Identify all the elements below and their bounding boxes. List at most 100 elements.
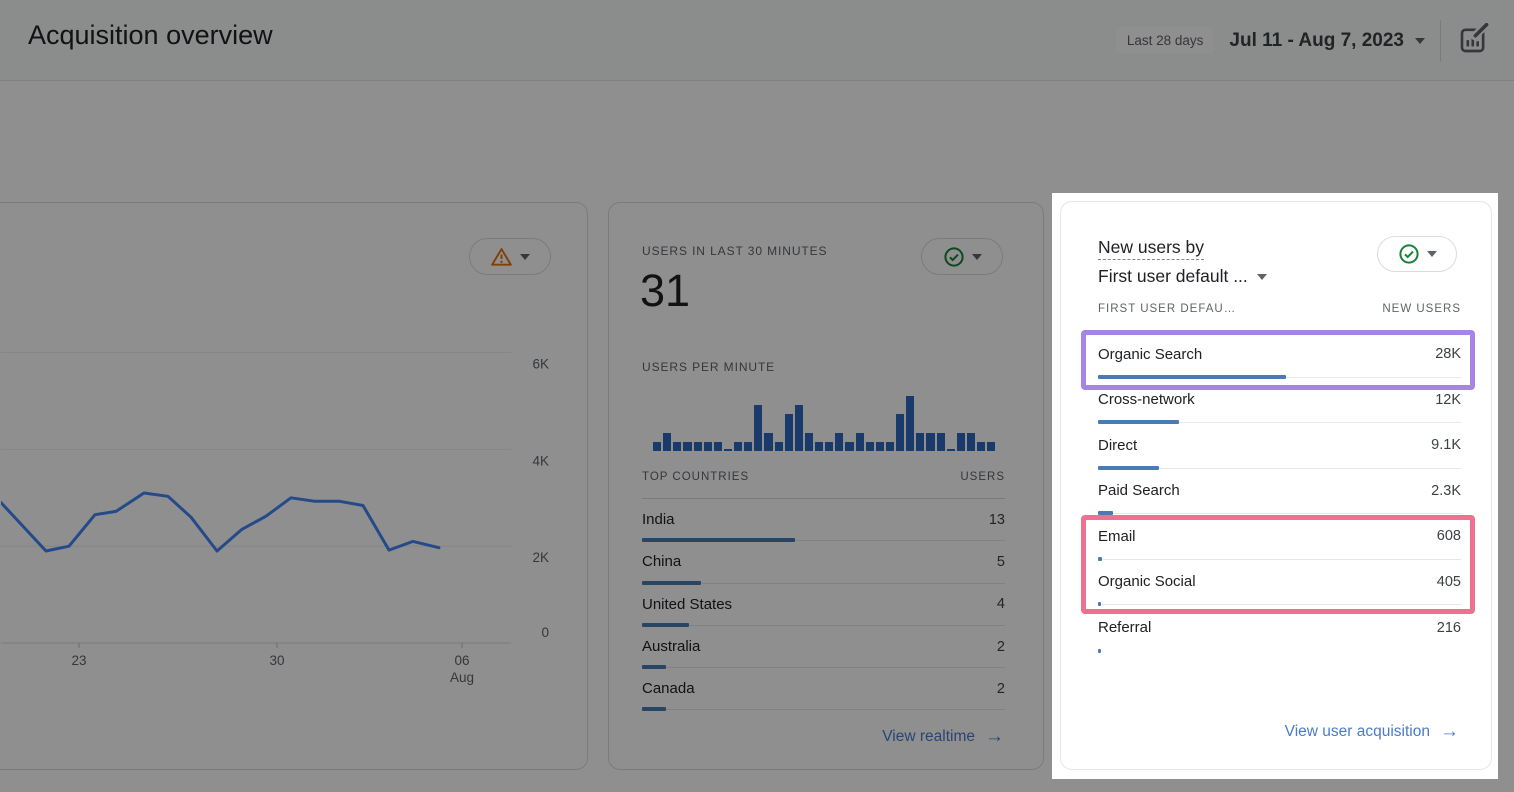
minute-bar: [653, 442, 661, 451]
users-trend-card: 02K4K6K233006Aug: [0, 202, 588, 770]
top-header: Acquisition overview Last 28 days Jul 11…: [0, 0, 1514, 81]
minute-bar: [764, 433, 772, 451]
country-row: United States 4: [642, 584, 1005, 626]
channel-row-label: Direct: [1098, 437, 1137, 454]
minute-bar: [856, 433, 864, 451]
channel-row-label: Paid Search: [1098, 482, 1180, 499]
users-line-chart-svg: 02K4K6K233006Aug: [1, 347, 561, 692]
svg-text:06: 06: [454, 653, 469, 668]
svg-text:23: 23: [71, 653, 86, 668]
date-range-selector[interactable]: Jul 11 - Aug 7, 2023: [1229, 30, 1425, 52]
minute-bar: [866, 442, 874, 451]
chevron-down-icon[interactable]: [1257, 274, 1267, 280]
country-row-label: United States: [642, 596, 732, 613]
ga4-acquisition-overview-page: Acquisition overview Last 28 days Jul 11…: [0, 0, 1514, 792]
channel-row-label: Organic Search: [1098, 346, 1202, 363]
warning-icon: [490, 246, 513, 267]
minute-bar: [683, 442, 691, 451]
chevron-down-icon: [1415, 38, 1425, 44]
data-quality-button-ok[interactable]: [1377, 236, 1457, 272]
channel-row-value: 12K: [1435, 392, 1461, 408]
minute-bar: [967, 433, 975, 451]
customize-report-icon: [1458, 23, 1490, 55]
minute-bar: [673, 442, 681, 451]
channel-row-label: Cross-network: [1098, 391, 1195, 408]
channel-row-label: Organic Social: [1098, 573, 1196, 590]
view-user-acquisition-label: View user acquisition: [1285, 723, 1430, 741]
users-last-30-min-value: 31: [640, 265, 690, 317]
minute-bar: [977, 442, 985, 451]
minute-bar: [896, 414, 904, 451]
new-users-card: New users by First user default ... FIRS…: [1060, 201, 1492, 770]
countries-table-header: TOP COUNTRIES USERS: [642, 471, 1005, 499]
view-realtime-link[interactable]: View realtime →: [882, 726, 1004, 748]
minute-bar: [835, 433, 843, 451]
channel-row: Email608: [1098, 514, 1461, 560]
svg-text:6K: 6K: [532, 357, 549, 372]
minute-bar: [906, 396, 914, 451]
minute-bar: [957, 433, 965, 451]
channel-row-label: Referral: [1098, 619, 1151, 636]
minute-bar: [947, 449, 955, 451]
users-header: USERS: [960, 471, 1005, 498]
channel-row: Paid Search2.3K: [1098, 469, 1461, 515]
users-per-minute-label: USERS PER MINUTE: [642, 360, 775, 374]
minute-bar: [775, 442, 783, 451]
minute-bar: [845, 442, 853, 451]
channel-row: Referral 216: [1098, 605, 1461, 651]
minute-bar: [704, 442, 712, 451]
view-realtime-label: View realtime: [882, 728, 975, 746]
minute-bar: [805, 433, 813, 451]
country-row: Canada 2: [642, 668, 1005, 710]
minute-bar: [876, 442, 884, 451]
country-row-value: 13: [989, 512, 1005, 528]
dimension-selector-label[interactable]: First user default ...: [1098, 262, 1248, 291]
minute-bar: [987, 442, 995, 451]
minute-bar: [926, 433, 934, 451]
channel-row-value: 216: [1437, 620, 1461, 636]
customize-report-button[interactable]: [1456, 21, 1492, 60]
chevron-down-icon: [520, 254, 530, 260]
date-range-preset-chip: Last 28 days: [1116, 27, 1215, 54]
view-user-acquisition-link[interactable]: View user acquisition →: [1285, 721, 1459, 743]
chevron-down-icon: [1427, 251, 1437, 257]
minute-bar: [724, 449, 732, 451]
country-row-label: Canada: [642, 680, 695, 697]
channel-row-value: 9.1K: [1431, 437, 1461, 453]
channels-table: Organic Search28K Cross-network 12K Direct 9…: [1098, 332, 1461, 651]
channel-row-label: Email: [1098, 528, 1136, 545]
minute-bar: [734, 442, 742, 451]
data-quality-button-ok[interactable]: [921, 238, 1003, 275]
arrow-right-icon: →: [985, 726, 1004, 748]
top-countries-header: TOP COUNTRIES: [642, 471, 749, 498]
arrow-right-icon: →: [1440, 721, 1459, 743]
minute-bar: [785, 414, 793, 451]
data-quality-button-warning[interactable]: [469, 238, 551, 275]
country-row: India13: [642, 499, 1005, 541]
minute-bar: [825, 442, 833, 451]
minute-bar: [886, 442, 894, 451]
country-row-value: 2: [997, 681, 1005, 697]
minute-bar: [714, 442, 722, 451]
minute-bar: [754, 405, 762, 451]
country-row-value: 4: [997, 596, 1005, 612]
channel-row-bar: [1098, 649, 1101, 653]
date-range-text: Jul 11 - Aug 7, 2023: [1229, 30, 1404, 52]
country-row: China 5: [642, 541, 1005, 583]
channel-row: Organic Social405: [1098, 560, 1461, 606]
realtime-card: USERS IN LAST 30 MINUTES 31 USERS PER MI…: [608, 202, 1044, 770]
minute-bar: [916, 433, 924, 451]
minute-bar: [694, 442, 702, 451]
country-row-label: China: [642, 553, 681, 570]
minute-bar: [744, 442, 752, 451]
country-row-value: 5: [997, 554, 1005, 570]
country-row-label: Australia: [642, 638, 700, 655]
header-right-controls: Last 28 days Jul 11 - Aug 7, 2023: [1116, 0, 1492, 81]
svg-text:Aug: Aug: [450, 670, 474, 685]
new-users-title: New users by First user default ...: [1098, 233, 1267, 291]
svg-text:2K: 2K: [532, 550, 549, 565]
page-title: Acquisition overview: [28, 20, 273, 51]
metric-column-header: NEW USERS: [1382, 303, 1461, 331]
minute-bar: [795, 405, 803, 451]
channel-row: Organic Search28K: [1098, 332, 1461, 378]
